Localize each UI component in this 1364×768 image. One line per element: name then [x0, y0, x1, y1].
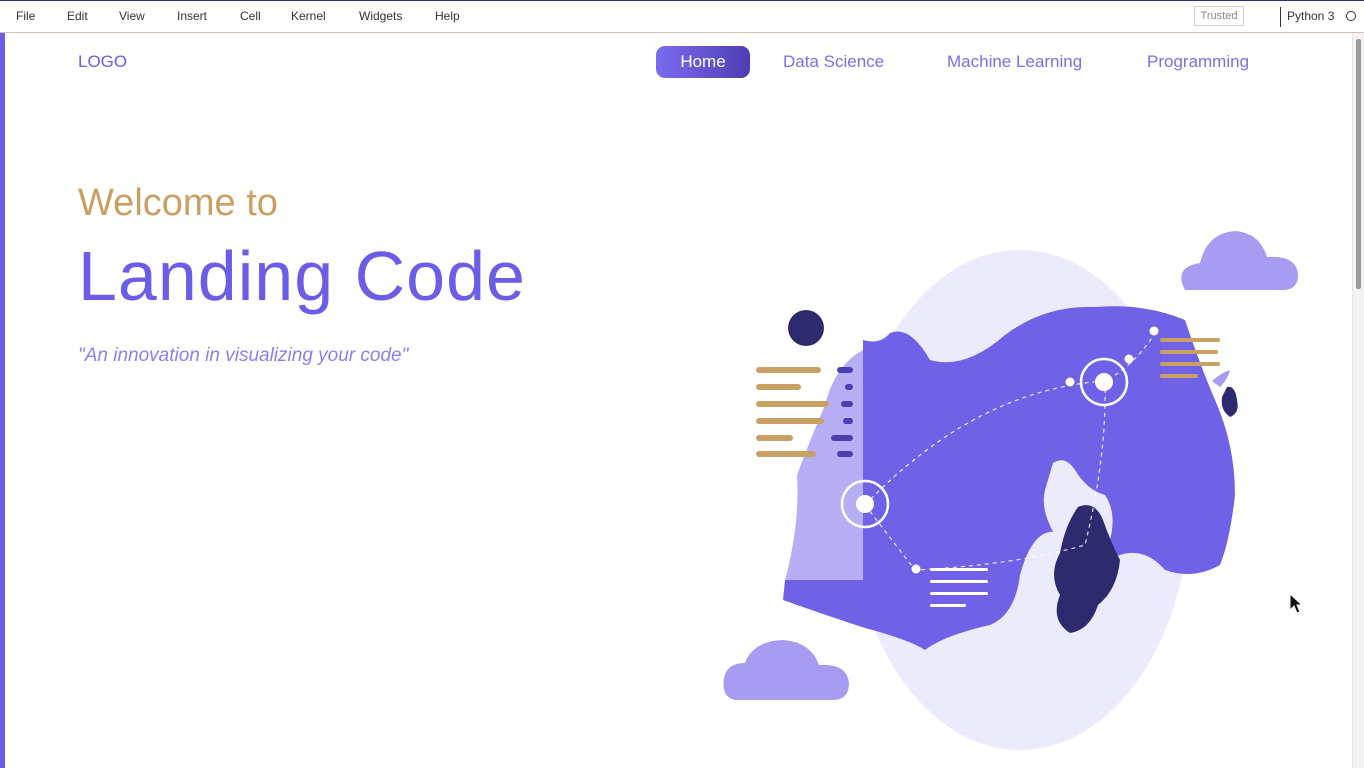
node-small-1 — [1065, 377, 1075, 387]
menu-widgets[interactable]: Widgets — [359, 9, 402, 23]
menu-edit[interactable]: Edit — [67, 9, 88, 23]
kernel-separator — [1280, 7, 1281, 27]
navy-dot-icon — [788, 310, 824, 346]
notebook-menubar: File Edit View Insert Cell Kernel Widget… — [0, 0, 1364, 33]
node-small-4 — [911, 564, 921, 574]
menu-cell[interactable]: Cell — [240, 9, 261, 23]
kernel-name[interactable]: Python 3 — [1287, 9, 1334, 23]
node-small-2 — [1124, 354, 1134, 364]
menu-insert[interactable]: Insert — [177, 9, 207, 23]
node-center-large — [1095, 373, 1113, 391]
nav-machine-learning[interactable]: Machine Learning — [947, 46, 1082, 78]
cloud-top-icon — [1181, 231, 1298, 290]
welcome-heading: Welcome to — [78, 182, 278, 224]
hero-illustration — [723, 231, 1298, 750]
mouse-cursor-icon — [1289, 593, 1304, 614]
tagline: "An innovation in visualizing your code" — [78, 345, 409, 366]
small-lavender-blob — [1212, 370, 1230, 387]
menu-view[interactable]: View — [119, 9, 145, 23]
menu-help[interactable]: Help — [435, 9, 460, 23]
trusted-indicator[interactable]: Trusted — [1194, 6, 1244, 26]
node-small-3 — [1149, 326, 1159, 336]
page-title: Landing Code — [78, 237, 526, 315]
nav-home[interactable]: Home — [656, 46, 750, 78]
cloud-bottom-icon — [723, 640, 849, 700]
kernel-status-icon — [1346, 11, 1356, 21]
scrollbar-thumb[interactable] — [1356, 39, 1361, 289]
menu-kernel[interactable]: Kernel — [291, 9, 326, 23]
node-center-left — [856, 495, 874, 513]
page-scrollbar[interactable] — [1352, 33, 1364, 768]
menu-file[interactable]: File — [16, 9, 35, 23]
site-logo[interactable]: LOGO — [78, 52, 127, 72]
nav-data-science[interactable]: Data Science — [783, 46, 884, 78]
nav-programming[interactable]: Programming — [1147, 46, 1249, 78]
small-navy-blob — [1221, 386, 1238, 417]
